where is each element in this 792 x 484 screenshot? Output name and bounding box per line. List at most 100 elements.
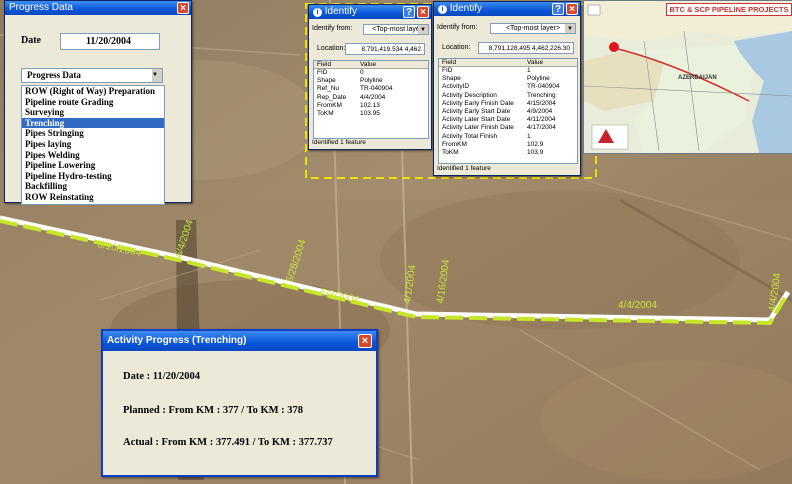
route-label: 4/1/2004 [402, 264, 418, 305]
map-title: BTC & SCP PIPELINE PROJECTS [666, 3, 792, 16]
table-row[interactable]: ActivityID TR-040904 [439, 83, 577, 91]
progress-data-titlebar: Progress Data × [5, 1, 191, 15]
list-item[interactable]: Pipes Stringing [22, 128, 164, 139]
location-field[interactable]: 8,791,128.495 4,462,226.30 [478, 42, 574, 54]
cell-value: 102.9 [527, 140, 544, 148]
chevron-down-icon[interactable]: ▼ [152, 69, 162, 82]
list-item[interactable]: Pipeline Hydro-testing [22, 171, 164, 182]
chevron-down-icon[interactable]: ▼ [565, 24, 575, 33]
header-field: Field [317, 61, 332, 68]
list-item[interactable]: Pipeline route Grading [22, 97, 164, 108]
cell-value: 4/15/2004 [527, 99, 556, 107]
table-row[interactable]: Activity Later Finish Date 4/17/2004 [439, 124, 577, 132]
cell-field: Activity Description [442, 91, 497, 99]
list-item[interactable]: Pipes laying [22, 139, 164, 150]
cell-value: TR-040904 [360, 85, 393, 93]
list-item-selected[interactable]: Trenching [22, 117, 164, 129]
cell-field: Rep_Date [317, 93, 347, 101]
window-title: Progress Data [9, 2, 73, 13]
dropdown-value: Progress Data [27, 70, 81, 80]
help-button[interactable]: ? [552, 3, 564, 15]
actual-range: Actual : From KM : 377.491 / To KM : 377… [123, 437, 333, 448]
info-icon: i [438, 5, 447, 14]
table-row[interactable]: Ref_Nu TR-040904 [314, 85, 428, 93]
cell-value: TR-040904 [527, 83, 560, 91]
route-line[interactable] [0, 215, 791, 323]
cell-value: 4/17/2004 [527, 124, 556, 132]
progress-data-window: Progress Data × Date 11/20/2004 Progress… [4, 0, 192, 205]
list-item[interactable]: Surveying [22, 107, 164, 118]
close-button[interactable]: × [177, 2, 189, 14]
list-item[interactable]: Pipes Welding [22, 150, 164, 161]
list-item[interactable]: ROW Reinstating [22, 192, 164, 203]
grid-header: Field Value [439, 59, 577, 67]
status-text: Identified 1 feature [437, 165, 491, 172]
identify-from-label: Identify from: [437, 24, 478, 31]
activity-list: ROW (Right of Way) Preparation Pipeline … [21, 85, 165, 205]
cell-value: Polyline [360, 77, 383, 85]
activity-titlebar: Activity Progress (Trenching) × [103, 331, 376, 351]
window-title: Identify [449, 3, 483, 14]
map-country-label: AZERBAIJAN [678, 75, 717, 81]
identify-window-2: i Identify ? × Identify from: <Top-most … [433, 1, 581, 176]
identify-window-1: i Identify ? × Identify from: <Top-most … [308, 4, 432, 150]
route-label: 4/4/2004 [618, 300, 657, 311]
cell-field: ToKM [442, 149, 459, 157]
dropdown-value: <Top-most layer> [505, 25, 561, 32]
location-field[interactable]: 8,791,419.534 4,462 [345, 43, 425, 55]
close-button[interactable]: × [358, 334, 372, 348]
identify-titlebar: i Identify ? × [434, 2, 580, 16]
table-row[interactable]: Activity Description Trenching [439, 92, 577, 100]
table-row[interactable]: Activity Early Finish Date 4/15/2004 [439, 100, 577, 108]
table-row[interactable]: Rep_Date 4/4/2004 [314, 94, 428, 102]
cell-value: 103.9 [527, 149, 544, 157]
cell-field: FromKM [317, 101, 342, 109]
activity-date: Date : 11/20/2004 [123, 371, 200, 382]
cell-field: FromKM [442, 140, 467, 148]
cell-field: Shape [317, 77, 336, 85]
cell-value: 4/4/2004 [360, 93, 386, 101]
location-label: Location: [442, 44, 471, 51]
header-value: Value [360, 61, 377, 68]
cell-value: 102.13 [360, 101, 380, 109]
header-field: Field [442, 59, 457, 66]
identify-from-dropdown[interactable]: <Top-most layer> ▼ [490, 23, 576, 34]
cell-value: 4/11/2004 [527, 116, 556, 124]
close-button[interactable]: × [417, 6, 429, 18]
table-row[interactable]: ToKM 103.95 [314, 110, 428, 118]
table-row[interactable]: FID 1 [439, 67, 577, 75]
cell-field: ToKM [317, 110, 334, 118]
route-label: 5/3/2004 [319, 287, 360, 306]
date-label: Date [21, 35, 41, 46]
identify-from-dropdown[interactable]: <Top-most laye ▼ [363, 24, 429, 35]
list-item[interactable]: Pipeline Lowering [22, 160, 164, 171]
table-row[interactable]: Activity Later Start Date 4/11/2004 [439, 116, 577, 124]
grid-header: Field Value [314, 61, 428, 69]
close-button[interactable]: × [566, 3, 578, 15]
cell-field: ActivityID [442, 83, 470, 91]
attribute-grid: Field Value FID 1 Shape Polyline ActivityI… [438, 58, 578, 164]
list-item[interactable]: ROW (Right of Way) Preparation [22, 86, 164, 97]
table-row[interactable]: FromKM 102.13 [314, 102, 428, 110]
status-text: Identified 1 feature [312, 139, 366, 146]
date-field[interactable]: 11/20/2004 [60, 33, 160, 50]
table-row[interactable]: ToKM 103.9 [439, 149, 577, 157]
map-inset: BTC & SCP PIPELINE PROJECTS AZERBAIJAN [583, 0, 792, 154]
chevron-down-icon[interactable]: ▼ [418, 25, 428, 34]
window-title: Identify [324, 6, 358, 17]
table-row[interactable]: Shape Polyline [314, 77, 428, 85]
table-row[interactable]: FromKM 102.9 [439, 141, 577, 149]
help-button[interactable]: ? [403, 6, 415, 18]
cell-value: 1 [527, 132, 531, 140]
table-row[interactable]: Activity Early Start Date 4/9/2004 [439, 108, 577, 116]
attribute-grid: Field Value FID 0 Shape Polyline Ref_Nu TR-… [313, 60, 429, 139]
table-row[interactable]: Shape Polyline [439, 75, 577, 83]
cell-field: Activity Later Finish Date [442, 124, 514, 132]
table-row[interactable]: FID 0 [314, 69, 428, 77]
cell-field: Activity Early Start Date [442, 108, 511, 116]
cell-value: Trenching [527, 91, 556, 99]
progress-data-dropdown[interactable]: Progress Data ▼ [21, 68, 163, 83]
table-row[interactable]: Activity Total Finish 1 [439, 133, 577, 141]
list-item[interactable]: Backfilling [22, 181, 164, 192]
location-marker [609, 42, 619, 52]
